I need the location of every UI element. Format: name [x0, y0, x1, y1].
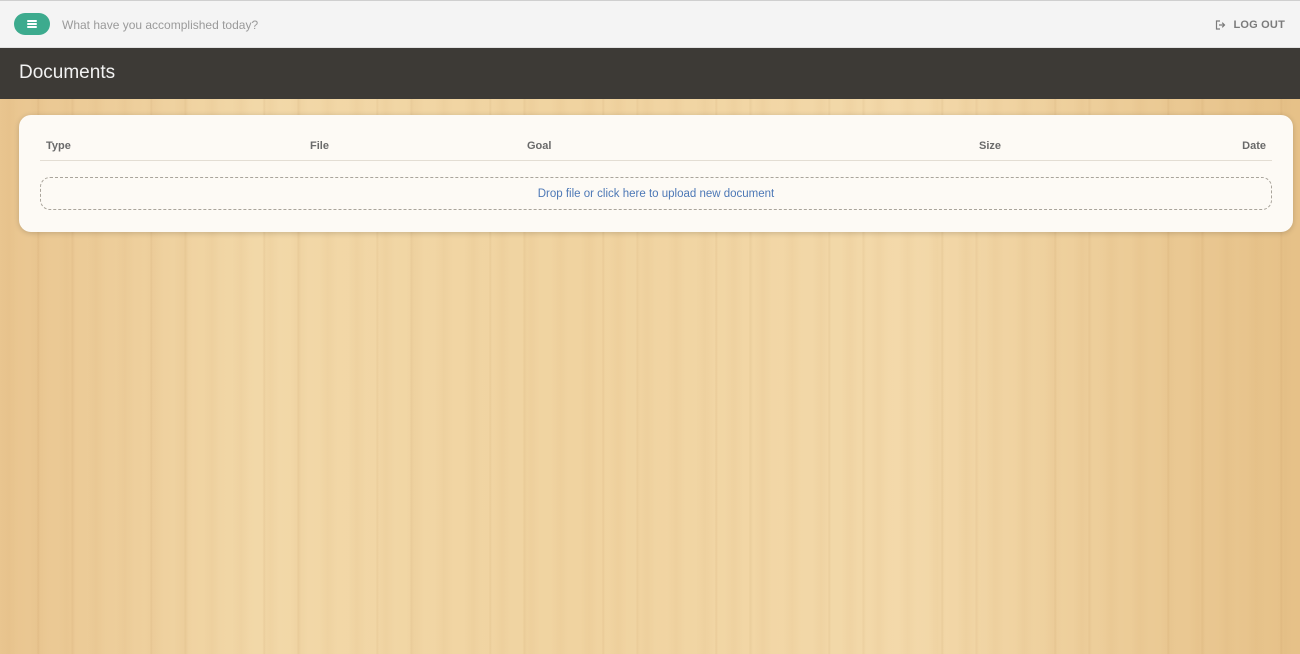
column-header-size[interactable]: Size — [979, 140, 1001, 152]
column-header-goal[interactable]: Goal — [527, 140, 551, 152]
page-header: Documents — [0, 48, 1300, 99]
column-header-file[interactable]: File — [310, 140, 329, 152]
sign-out-icon — [1215, 20, 1226, 30]
top-bar: LOG OUT — [0, 0, 1300, 48]
page-title: Documents — [19, 62, 116, 83]
dropzone-text: Drop file or click here to upload new do… — [537, 187, 775, 200]
documents-table-header: Type File Goal Size Date — [40, 140, 1272, 161]
logout-button[interactable]: LOG OUT — [1215, 17, 1285, 33]
goal-input[interactable] — [62, 14, 662, 36]
column-header-date[interactable]: Date — [1242, 140, 1266, 152]
logout-label: LOG OUT — [1233, 19, 1285, 31]
menu-toggle-button[interactable] — [14, 13, 50, 35]
column-header-type[interactable]: Type — [46, 140, 71, 152]
upload-dropzone[interactable]: Drop file or click here to upload new do… — [40, 177, 1272, 210]
hamburger-icon — [27, 20, 37, 28]
documents-panel: Type File Goal Size Date Drop file or cl… — [19, 115, 1293, 232]
